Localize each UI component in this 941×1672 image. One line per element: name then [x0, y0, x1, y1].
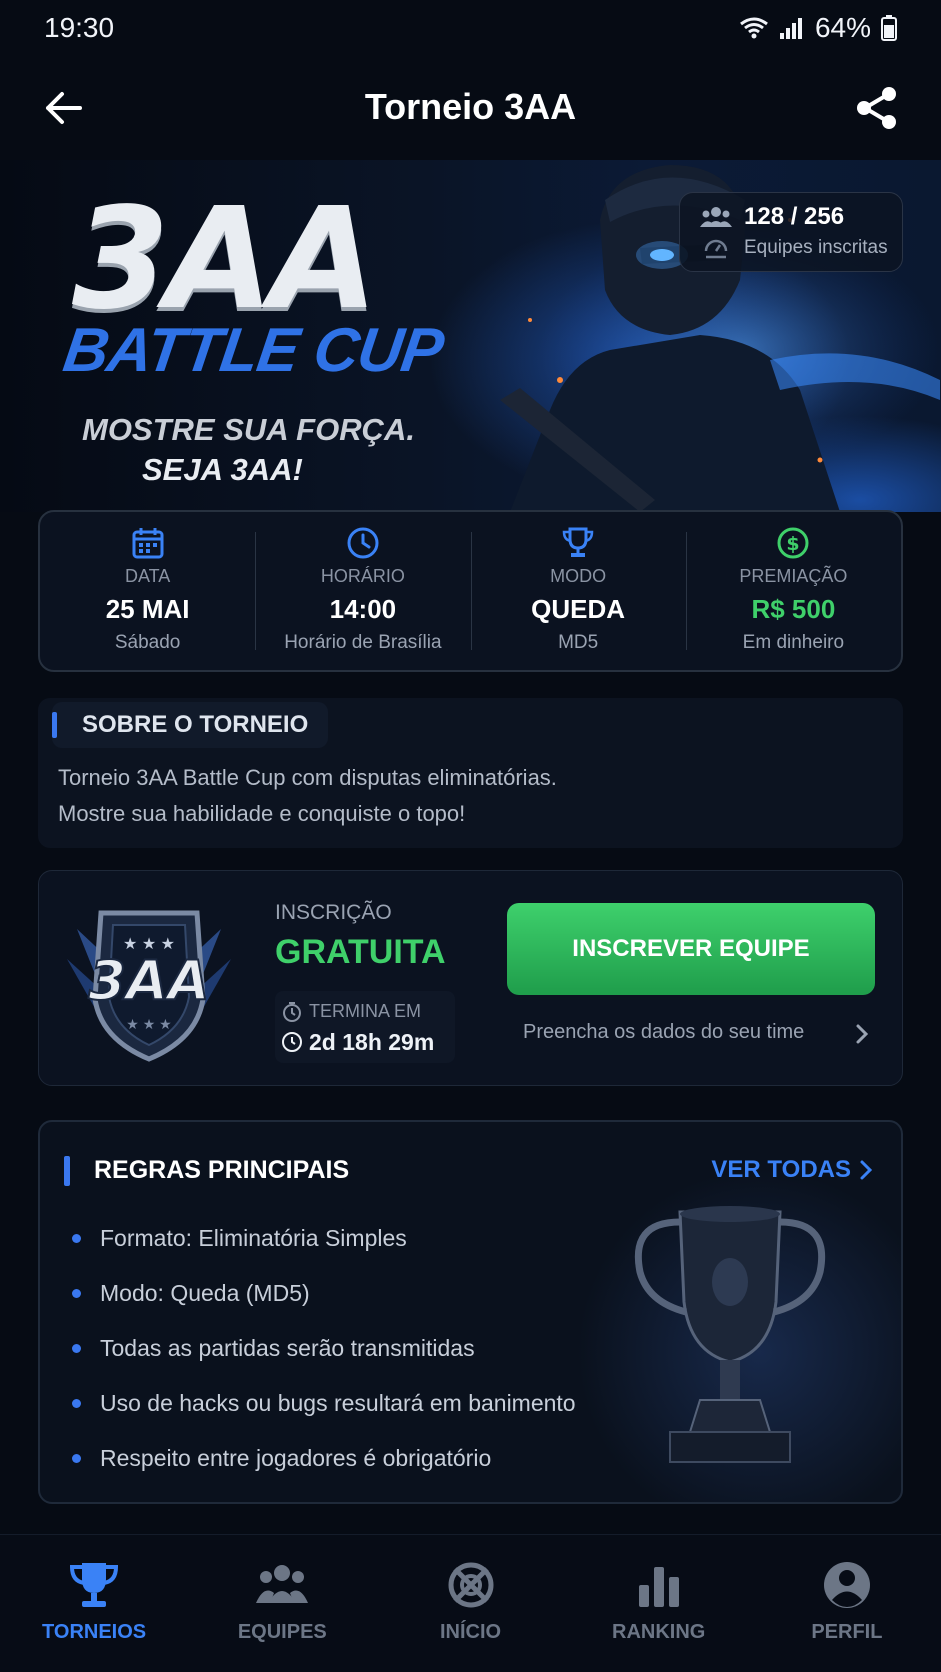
about-description: Torneio 3AA Battle Cup com disputas elim… [58, 760, 557, 832]
nav-item-home[interactable]: INÍCIO [376, 1535, 564, 1672]
status-bar: 19:30 64% [0, 0, 941, 56]
stopwatch-icon [283, 1002, 301, 1022]
svg-text:★ ★ ★: ★ ★ ★ [126, 1016, 171, 1032]
banner-logo: 3AA [72, 178, 378, 341]
nav-item-teams[interactable]: EQUIPES [188, 1535, 376, 1672]
rules-list: Formato: Eliminatória Simples Modo: Qued… [72, 1218, 576, 1493]
bar-chart-icon [638, 1567, 679, 1607]
rule-item: Modo: Queda (MD5) [72, 1273, 576, 1328]
registration-card: 3AA ★ ★ ★ ★ ★ ★ INSCRIÇÃO GRATUITA TERMI… [38, 870, 903, 1086]
svg-text:★ ★ ★: ★ ★ ★ [123, 936, 175, 953]
see-all-rules-link[interactable]: VER TODAS [711, 1156, 873, 1184]
rules-accent-bar [64, 1156, 70, 1186]
status-time: 19:30 [44, 12, 115, 43]
crosshair-icon [448, 1562, 493, 1608]
progress-icon [704, 239, 728, 259]
info-sub: MD5 [558, 632, 599, 653]
profile-icon [823, 1562, 870, 1608]
app-header: Torneio 3AA [0, 70, 941, 144]
teams-count: 128 / 256 [744, 203, 845, 230]
about-section: SOBRE O TORNEIO Torneio 3AA Battle Cup c… [38, 698, 903, 848]
nav-item-tournaments[interactable]: TORNEIOS [0, 1535, 188, 1672]
wifi-icon [740, 17, 768, 39]
info-mode: MODO QUEDA MD5 [470, 512, 686, 670]
trophy-icon [70, 1563, 119, 1607]
tournament-banner: 3AA BATTLE CUP MOSTRE SUA FORÇA. SEJA 3A… [0, 160, 941, 512]
info-time: HORÁRIO 14:00 Horário de Brasília [255, 512, 470, 670]
trophy-icon [562, 527, 594, 557]
info-sub: Sábado [114, 632, 181, 653]
chevron-right-icon[interactable] [852, 1021, 872, 1047]
tournament-emblem: 3AA ★ ★ ★ ★ ★ ★ [67, 910, 231, 1062]
tournament-info-card: DATA 25 MAI Sábado HORÁRIO 14:00 Horário… [38, 510, 903, 672]
info-sub: Em dinheiro [742, 632, 845, 653]
share-icon[interactable] [853, 84, 901, 132]
nav-label: RANKING [612, 1621, 706, 1643]
emblem-text: 3AA [88, 949, 209, 1012]
calendar-icon [132, 528, 164, 559]
users-icon [256, 1565, 309, 1603]
users-icon [700, 207, 732, 227]
nav-item-ranking[interactable]: RANKING [565, 1535, 753, 1672]
svg-text:$: $ [787, 533, 800, 555]
deadline-box: TERMINA EM 2d 18h 29m [275, 991, 455, 1063]
prize-value: R$ 500 [751, 594, 836, 624]
nav-label: INÍCIO [439, 1621, 502, 1643]
info-label: PREMIAÇÃO [739, 566, 848, 586]
info-label: MODO [550, 566, 607, 586]
info-prize: $ PREMIAÇÃO R$ 500 Em dinheiro [685, 512, 901, 670]
nav-item-profile[interactable]: PERFIL [753, 1535, 941, 1672]
info-label: HORÁRIO [320, 566, 405, 586]
info-value: 14:00 [329, 594, 397, 624]
rule-item: Respeito entre jogadores é obrigatório [72, 1438, 576, 1493]
registered-teams-badge: 128 / 256 Equipes inscritas [679, 192, 903, 272]
deadline-label: TERMINA EM [309, 1001, 422, 1021]
banner-subtitle: BATTLE CUP [59, 316, 447, 385]
dollar-icon: $ [777, 527, 809, 559]
rules-section: REGRAS PRINCIPAIS VER TODAS Formato: Eli… [38, 1120, 903, 1504]
clock-icon [347, 527, 379, 559]
clock-icon [282, 1032, 302, 1052]
registration-fee: GRATUITA [275, 933, 446, 971]
deadline-countdown: 2d 18h 29m [309, 1029, 435, 1055]
about-line: Mostre sua habilidade e conquiste o topo… [58, 801, 466, 826]
signal-icon [779, 18, 802, 39]
rule-item: Uso de hacks ou bugs resultará em banime… [72, 1383, 576, 1438]
about-line: Torneio 3AA Battle Cup com disputas elim… [58, 765, 557, 790]
page-title: Torneio 3AA [364, 86, 577, 127]
battery-percent: 64% [814, 12, 871, 43]
registration-label: INSCRIÇÃO [275, 901, 392, 924]
info-sub: Horário de Brasília [284, 632, 442, 653]
info-date: DATA 25 MAI Sábado [40, 512, 255, 670]
info-value: QUEDA [531, 594, 626, 624]
bottom-navigation: TORNEIOS EQUIPES INÍCIO RANKING PERFIL [0, 1534, 941, 1672]
register-hint[interactable]: Preencha os dados do seu time [523, 1021, 804, 1044]
info-label: DATA [124, 566, 171, 586]
nav-label: TORNEIOS [42, 1621, 147, 1643]
rule-item: Formato: Eliminatória Simples [72, 1218, 576, 1273]
register-team-button[interactable]: INSCREVER EQUIPE [507, 903, 875, 995]
banner-slogan-line2: SEJA 3AA! [142, 452, 303, 487]
rules-title: REGRAS PRINCIPAIS [94, 1156, 350, 1184]
nav-label: EQUIPES [237, 1621, 327, 1643]
trophy-illustration [634, 1206, 826, 1463]
status-indicators: 64% [739, 12, 897, 44]
rule-item: Todas as partidas serão transmitidas [72, 1328, 576, 1383]
see-all-label[interactable]: VER TODAS [711, 1156, 851, 1184]
chevron-right-icon[interactable] [859, 1159, 873, 1181]
teams-label: Equipes inscritas [744, 237, 888, 258]
nav-label: PERFIL [811, 1621, 883, 1643]
info-value: 25 MAI [105, 594, 190, 624]
banner-slogan-line1: MOSTRE SUA FORÇA. [82, 412, 415, 447]
about-title: SOBRE O TORNEIO [82, 711, 309, 738]
battery-icon [881, 15, 897, 41]
about-header: SOBRE O TORNEIO [52, 702, 329, 748]
